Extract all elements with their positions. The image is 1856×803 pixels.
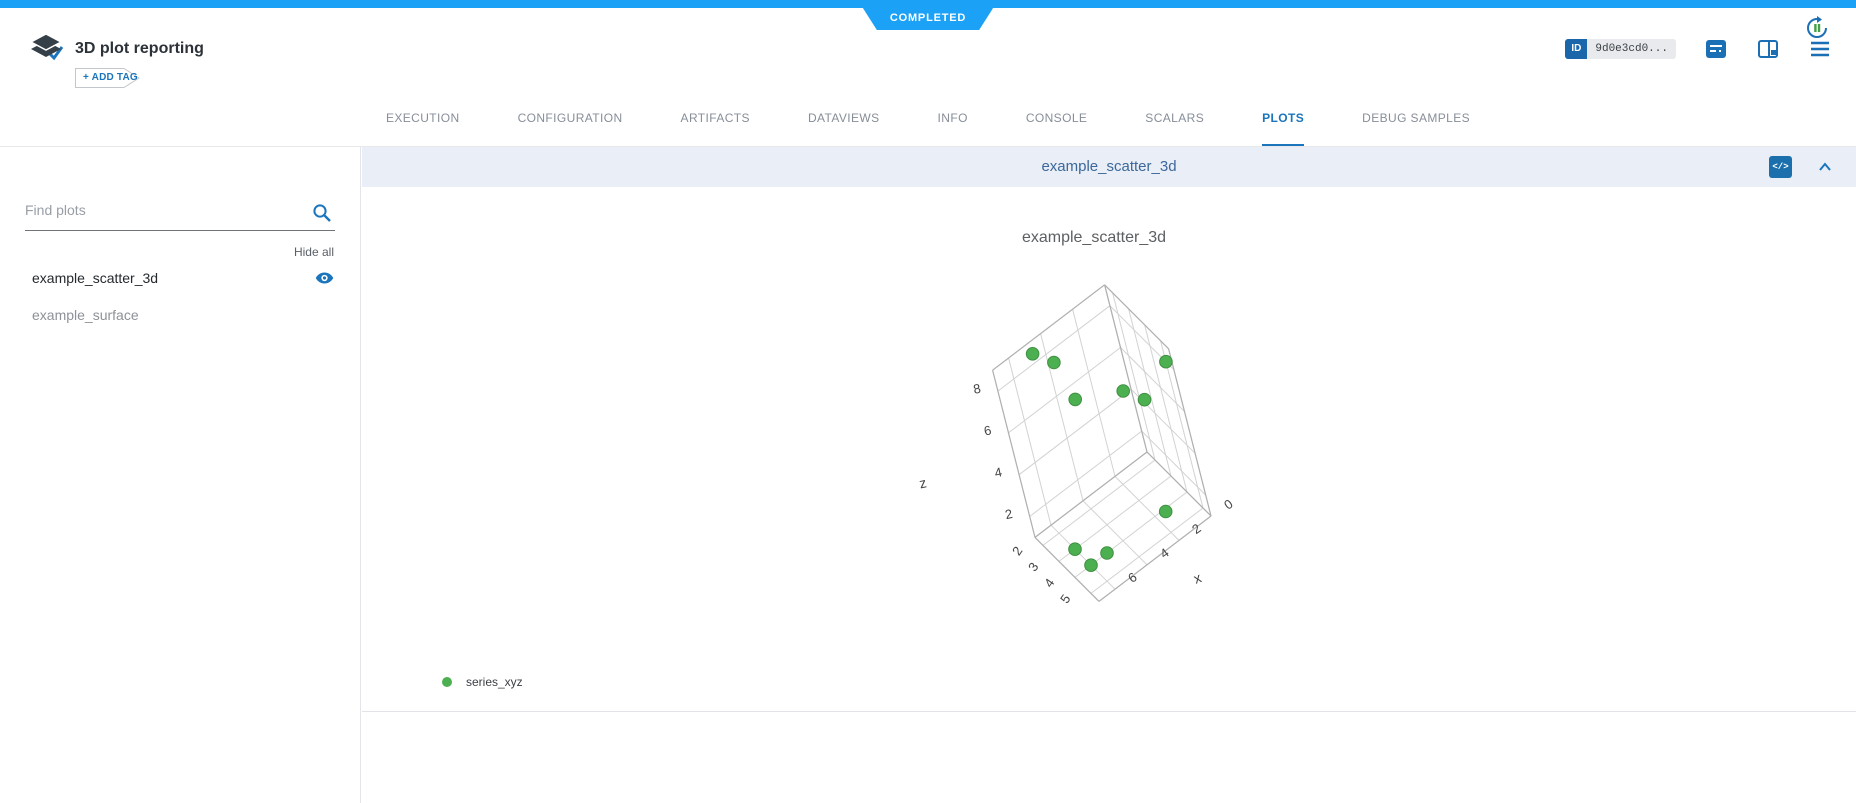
scatter-point[interactable] (1069, 393, 1082, 406)
axis-tick-label: 5 (1057, 592, 1073, 607)
axis-tick-label: 4 (1041, 576, 1057, 591)
search-icon[interactable] (311, 202, 333, 224)
tab-configuration[interactable]: CONFIGURATION (518, 90, 623, 146)
scatter-point[interactable] (1159, 505, 1172, 518)
plots-sidebar: Hide all example_scatter_3d example_surf… (0, 147, 361, 803)
tab-scalars[interactable]: SCALARS (1145, 90, 1204, 146)
axis-tick-label: 0 (1221, 496, 1236, 512)
tab-console[interactable]: CONSOLE (1026, 90, 1087, 146)
sidebar-item-example-scatter-3d[interactable]: example_scatter_3d (32, 268, 334, 288)
page-title: 3D plot reporting (75, 40, 204, 58)
header-actions: ID 9d0e3cd0... (1565, 38, 1832, 60)
scatter-point[interactable] (1069, 543, 1082, 556)
grid-line (1041, 334, 1083, 501)
grid-line (1169, 349, 1211, 516)
x-axis-title: x (1191, 569, 1203, 586)
id-value: 9d0e3cd0... (1587, 39, 1676, 59)
experiment-icon (28, 32, 64, 66)
tab-info[interactable]: INFO (938, 90, 968, 146)
description-icon[interactable] (1704, 37, 1728, 61)
grid-line (1009, 348, 1121, 433)
auto-refresh-icon[interactable] (1804, 15, 1830, 41)
scatter-point[interactable] (1048, 356, 1061, 369)
find-plots-search (25, 202, 335, 231)
plot-item-label: example_scatter_3d (32, 270, 158, 286)
add-tag-button[interactable]: + ADD TAG (75, 68, 141, 88)
grid-line (1073, 309, 1115, 476)
scatter-point[interactable] (1138, 393, 1151, 406)
plot-group-title: example_scatter_3d (362, 158, 1856, 175)
axis-tick-label: 8 (972, 381, 982, 397)
scatter-point[interactable] (1101, 547, 1114, 560)
plot-group-header: example_scatter_3d </> (362, 147, 1856, 187)
chart-legend[interactable]: series_xyz (442, 675, 523, 689)
search-input[interactable] (25, 202, 295, 218)
id-badge: ID (1565, 39, 1587, 59)
plots-content: example_scatter_3d </> example_scatter_3… (362, 147, 1856, 803)
z-axis-title: z (918, 474, 928, 491)
scatter3d-plot[interactable]: 024623452468xz (362, 187, 1856, 712)
scatter-point[interactable] (1117, 385, 1130, 398)
scatter-point[interactable] (1085, 559, 1098, 572)
axis-tick-label: 3 (1025, 560, 1041, 575)
plot-item-label: example_surface (32, 307, 139, 323)
scatter-point[interactable] (1026, 348, 1039, 361)
main-area: Hide all example_scatter_3d example_surf… (0, 147, 1856, 803)
axis-tick-label: 6 (982, 422, 992, 438)
add-tag-label: + ADD TAG (83, 72, 138, 83)
grid-line (1113, 293, 1155, 460)
status-badge: COMPLETED (863, 8, 993, 30)
view-code-icon[interactable]: </> (1769, 156, 1792, 178)
tab-artifacts[interactable]: ARTIFACTS (681, 90, 750, 146)
grid-line (1009, 358, 1051, 525)
visibility-eye-icon[interactable] (315, 270, 334, 286)
grid-line (1043, 460, 1155, 545)
collapse-chevron-icon[interactable] (1814, 157, 1836, 177)
plot-card: example_scatter_3d 024623452468xz series… (362, 187, 1856, 712)
grid-line (1129, 309, 1171, 476)
legend-series-label: series_xyz (466, 675, 523, 689)
axis-tick-label: 2 (1004, 506, 1014, 522)
tab-plots[interactable]: PLOTS (1262, 90, 1304, 146)
tab-dataviews[interactable]: DATAVIEWS (808, 90, 880, 146)
grid-line (1035, 452, 1147, 537)
scatter-point[interactable] (1160, 355, 1173, 368)
grid-line (993, 370, 1035, 537)
grid-line (1083, 501, 1147, 565)
grid-line (993, 285, 1105, 370)
grid-line (1105, 285, 1147, 452)
experiment-id-chip[interactable]: ID 9d0e3cd0... (1565, 39, 1676, 59)
grid-line (998, 306, 1110, 391)
legend-marker (442, 677, 452, 687)
sidebar-item-example-surface[interactable]: example_surface (32, 305, 334, 325)
tab-execution[interactable]: EXECUTION (386, 90, 460, 146)
tab-bar: EXECUTION CONFIGURATION ARTIFACTS DATAVI… (0, 90, 1856, 147)
axis-tick-label: 4 (993, 464, 1003, 480)
app-window: COMPLETED 3D plot reporting + ADD TAG ID… (0, 0, 1856, 803)
axis-tick-label: 2 (1009, 544, 1025, 559)
grid-line (1145, 325, 1187, 492)
status-bar (0, 0, 1856, 8)
tab-debug-samples[interactable]: DEBUG SAMPLES (1362, 90, 1470, 146)
hide-all-button[interactable]: Hide all (294, 245, 334, 259)
info-panel-icon[interactable] (1756, 37, 1780, 61)
